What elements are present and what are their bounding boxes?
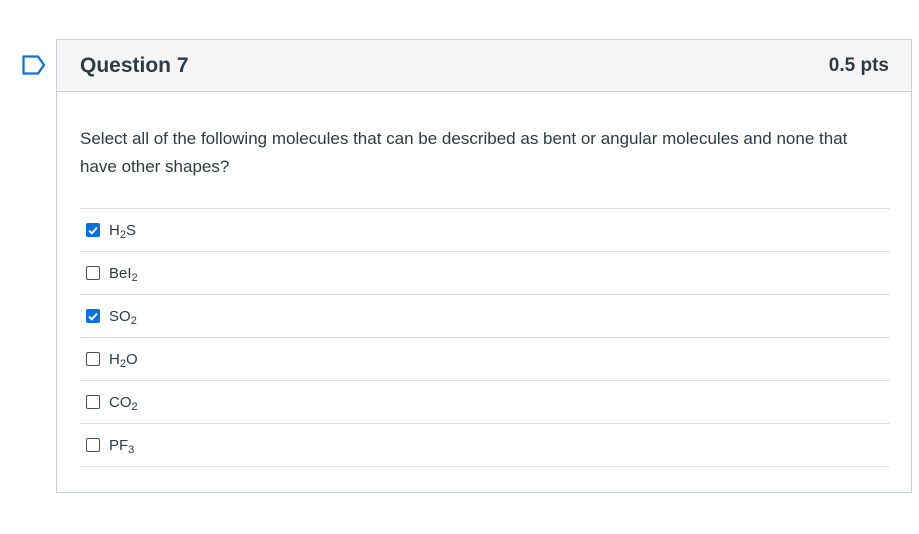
answer-option[interactable]: CO2 [80, 381, 890, 424]
answer-label: H2S [109, 221, 136, 241]
question-card: Question 7 0.5 pts Select all of the fol… [56, 39, 912, 493]
answer-label: CO2 [109, 393, 138, 413]
checkmark-icon [88, 312, 98, 321]
answer-checkbox[interactable] [86, 352, 100, 366]
answer-list: H2S BeI2 SO2 H2O CO2 PF3 [80, 208, 890, 467]
question-header: Question 7 0.5 pts [57, 40, 911, 92]
answer-checkbox[interactable] [86, 309, 100, 323]
question-text: Select all of the following molecules th… [80, 129, 848, 176]
answer-label: SO2 [109, 307, 137, 327]
answer-checkbox[interactable] [86, 395, 100, 409]
answer-checkbox[interactable] [86, 266, 100, 280]
question-title: Question 7 [80, 53, 189, 77]
answer-label: PF3 [109, 436, 135, 456]
checkmark-icon [88, 226, 98, 235]
answer-option[interactable]: H2O [80, 338, 890, 381]
answer-checkbox[interactable] [86, 223, 100, 237]
question-points: 0.5 pts [828, 54, 889, 76]
answer-option[interactable]: H2S [80, 209, 890, 252]
flag-question-icon[interactable] [22, 55, 46, 75]
answer-label: H2O [109, 350, 138, 370]
answer-option[interactable]: SO2 [80, 295, 890, 338]
answer-option[interactable]: PF3 [80, 424, 890, 467]
answer-checkbox[interactable] [86, 438, 100, 452]
answer-option[interactable]: BeI2 [80, 252, 890, 295]
answer-label: BeI2 [109, 264, 138, 284]
